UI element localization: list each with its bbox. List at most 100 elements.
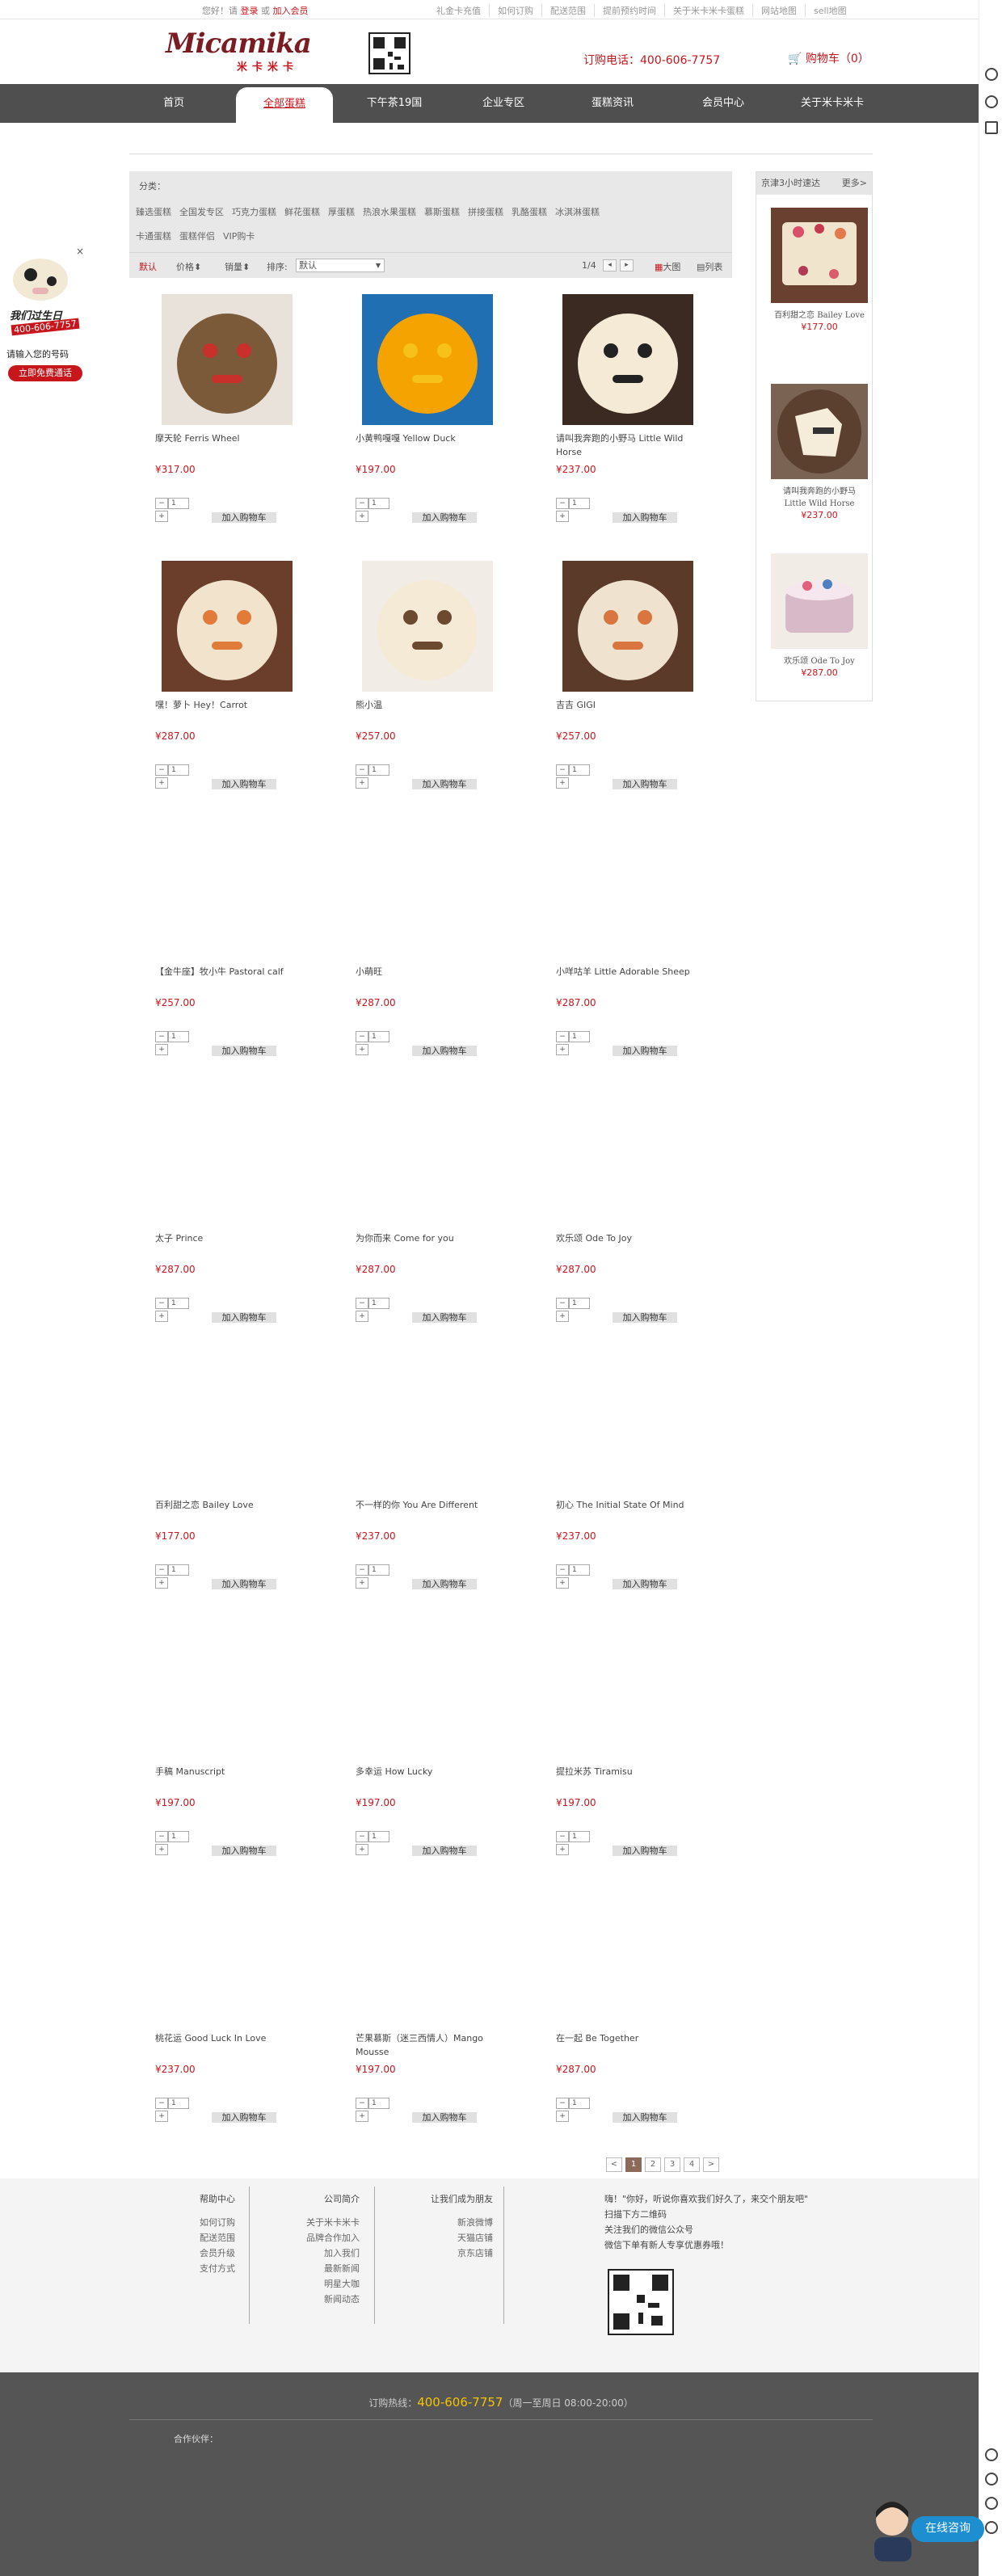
product-image[interactable] — [771, 554, 868, 649]
quantity-input[interactable]: 1 — [368, 764, 389, 776]
product-name[interactable]: 摩天轮 Ferris Wheel — [155, 431, 301, 445]
plus-icon[interactable]: + — [556, 1044, 569, 1055]
product-image[interactable] — [362, 294, 493, 425]
minus-icon[interactable]: − — [155, 1031, 168, 1042]
nav-home[interactable]: 首页 — [125, 84, 222, 123]
minus-icon[interactable]: − — [556, 1298, 569, 1309]
plus-icon[interactable]: + — [155, 1577, 168, 1589]
category-link[interactable]: 蛋糕伴侣 — [179, 225, 215, 249]
nav-all-cakes[interactable]: 全部蛋糕 — [236, 87, 333, 123]
plus-icon[interactable]: + — [155, 777, 168, 789]
add-to-cart-button[interactable]: 加入购物车 — [613, 1579, 677, 1589]
add-to-cart-button[interactable]: 加入购物车 — [212, 1046, 276, 1056]
page-prev[interactable]: < — [606, 2157, 622, 2172]
category-link[interactable]: 全国发专区 — [179, 200, 224, 225]
minus-icon[interactable]: − — [356, 1831, 368, 1842]
online-consult[interactable]: 在线咨询 — [865, 2497, 994, 2561]
top-link[interactable]: 礼金卡充值 — [428, 4, 489, 17]
product-name[interactable]: 手稿 Manuscript — [155, 1765, 301, 1778]
category-link[interactable]: 巧克力蛋糕 — [232, 200, 276, 225]
quantity-input[interactable]: 1 — [168, 1298, 189, 1309]
tool-icon[interactable] — [985, 2473, 998, 2486]
category-link[interactable]: VIP购卡 — [223, 225, 255, 249]
category-link[interactable]: 臻选蛋糕 — [136, 200, 171, 225]
product-name[interactable]: 太子 Prince — [155, 1231, 301, 1245]
quantity-input[interactable]: 1 — [569, 764, 590, 776]
product-image[interactable] — [362, 561, 493, 692]
nav-member[interactable]: 会员中心 — [675, 84, 772, 123]
top-link[interactable]: 网站地图 — [752, 4, 805, 17]
add-to-cart-button[interactable]: 加入购物车 — [212, 1312, 276, 1323]
login-link[interactable]: 登录 — [241, 6, 259, 16]
page-next[interactable]: > — [703, 2157, 719, 2172]
sidebar-product-name[interactable]: 请叫我奔跑的小野马 Little Wild Horse — [771, 486, 868, 510]
minus-icon[interactable]: − — [556, 1564, 569, 1576]
top-link[interactable]: 如何订购 — [489, 4, 541, 17]
minus-icon[interactable]: − — [556, 1831, 569, 1842]
add-to-cart-button[interactable]: 加入购物车 — [412, 779, 477, 789]
add-to-cart-button[interactable]: 加入购物车 — [613, 512, 677, 523]
sidebar-product[interactable]: 请叫我奔跑的小野马 Little Wild Horse ¥237.00 — [771, 384, 868, 520]
product-image[interactable] — [771, 208, 868, 303]
plus-icon[interactable]: + — [356, 1044, 368, 1055]
plus-icon[interactable]: + — [356, 777, 368, 789]
add-to-cart-button[interactable]: 加入购物车 — [212, 512, 276, 523]
minus-icon[interactable]: − — [556, 2098, 569, 2109]
sort-default[interactable]: 默认 — [139, 260, 157, 273]
add-to-cart-button[interactable]: 加入购物车 — [412, 1046, 477, 1056]
add-to-cart-button[interactable]: 加入购物车 — [613, 779, 677, 789]
footer-link[interactable]: 支付方式 — [200, 2261, 235, 2276]
add-to-cart-button[interactable]: 加入购物车 — [613, 2112, 677, 2123]
plus-icon[interactable]: + — [155, 511, 168, 522]
product-name[interactable]: 提拉米苏 Tiramisu — [556, 1765, 701, 1778]
add-to-cart-button[interactable]: 加入购物车 — [613, 1312, 677, 1323]
minus-icon[interactable]: − — [155, 764, 168, 776]
product-image[interactable] — [162, 294, 293, 425]
top-link[interactable]: sell地图 — [805, 4, 855, 17]
page-number[interactable]: 3 — [664, 2157, 680, 2172]
sort-select[interactable]: 默认 ▼ — [296, 259, 385, 272]
prev-page-button[interactable]: ◂ — [603, 259, 617, 271]
footer-link[interactable]: 品牌合作加入 — [301, 2230, 360, 2246]
add-to-cart-button[interactable]: 加入购物车 — [412, 2112, 477, 2123]
plus-icon[interactable]: + — [356, 511, 368, 522]
minus-icon[interactable]: − — [356, 1031, 368, 1042]
product-name[interactable]: 芒果慕斯（迷三西情人）Mango Mousse — [356, 2031, 501, 2059]
plus-icon[interactable]: + — [155, 1311, 168, 1322]
minus-icon[interactable]: − — [356, 2098, 368, 2109]
nav-about[interactable]: 关于米卡米卡 — [784, 84, 881, 123]
category-link[interactable]: 厚蛋糕 — [328, 200, 355, 225]
quantity-input[interactable]: 1 — [168, 1031, 189, 1042]
category-link[interactable]: 卡通蛋糕 — [136, 225, 171, 249]
product-name[interactable]: 欢乐颂 Ode To Joy — [556, 1231, 701, 1245]
add-to-cart-button[interactable]: 加入购物车 — [412, 1312, 477, 1323]
plus-icon[interactable]: + — [556, 511, 569, 522]
product-image[interactable] — [562, 294, 693, 425]
plus-icon[interactable]: + — [155, 1844, 168, 1855]
product-name[interactable]: 请叫我奔跑的小野马 Little Wild Horse — [556, 431, 701, 459]
category-link[interactable]: 鲜花蛋糕 — [284, 200, 320, 225]
plus-icon[interactable]: + — [556, 1577, 569, 1589]
footer-link[interactable]: 新浪微博 — [425, 2215, 493, 2230]
minus-icon[interactable]: − — [556, 498, 569, 509]
page-number[interactable]: 2 — [645, 2157, 661, 2172]
add-to-cart-button[interactable]: 加入购物车 — [212, 1579, 276, 1589]
sidebar-product-name[interactable]: 欢乐颂 Ode To Joy — [771, 655, 868, 667]
product-name[interactable]: 小咩咕羊 Little Adorable Sheep — [556, 965, 701, 979]
product-image[interactable] — [771, 384, 868, 479]
product-name[interactable]: 小萌旺 — [356, 965, 501, 979]
product-name[interactable]: 嘿！萝卜 Hey！Carrot — [155, 698, 301, 712]
quantity-input[interactable]: 1 — [368, 1298, 389, 1309]
consult-button[interactable]: 在线咨询 — [911, 2516, 984, 2542]
minus-icon[interactable]: − — [155, 1298, 168, 1309]
view-list-button[interactable]: ▤列表 — [697, 260, 722, 273]
sidebar-more-link[interactable]: 更多> — [842, 172, 867, 195]
plus-icon[interactable]: + — [556, 1844, 569, 1855]
footer-link[interactable]: 配送范围 — [200, 2230, 235, 2246]
minus-icon[interactable]: − — [155, 1831, 168, 1842]
category-link[interactable]: 乳酪蛋糕 — [512, 200, 547, 225]
quantity-input[interactable]: 1 — [168, 1831, 189, 1842]
product-name[interactable]: 多幸运 How Lucky — [356, 1765, 501, 1778]
sort-sales[interactable]: 销量⬍ — [225, 260, 250, 273]
cart-icon[interactable] — [985, 121, 998, 134]
